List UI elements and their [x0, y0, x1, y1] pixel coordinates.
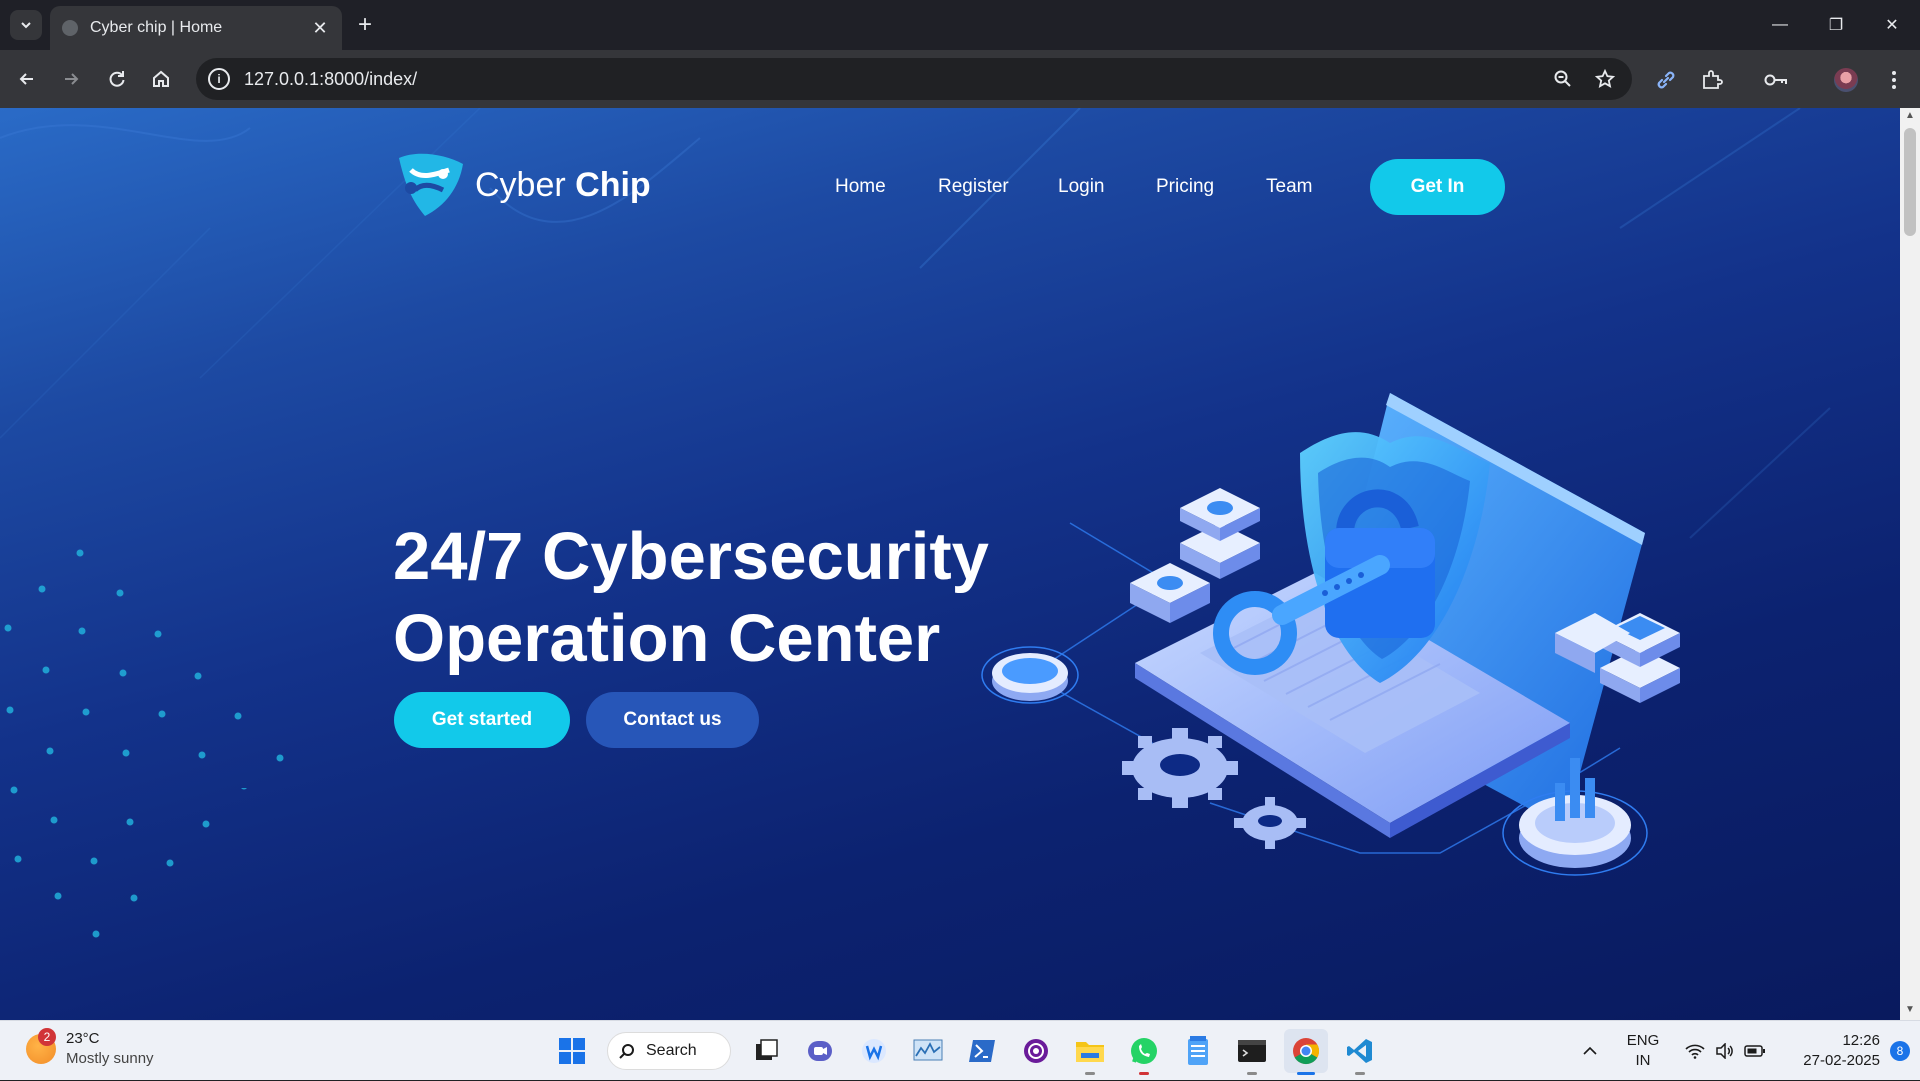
- notification-center[interactable]: 8: [1880, 1041, 1920, 1061]
- nav-team[interactable]: Team: [1266, 176, 1312, 198]
- scroll-down-arrow[interactable]: ▼: [1900, 1004, 1920, 1020]
- word-app-icon[interactable]: [852, 1029, 896, 1073]
- decorative-dots: [4, 549, 284, 794]
- minimize-button[interactable]: —: [1752, 0, 1808, 50]
- contact-us-button[interactable]: Contact us: [586, 692, 759, 748]
- shield-logo-icon: [399, 153, 463, 216]
- browser-toolbar: i 127.0.0.1:8000/index/: [0, 50, 1920, 108]
- hero-title-line1: 24/7 Cybersecurity: [393, 519, 989, 594]
- sun-icon: 2: [26, 1028, 56, 1064]
- globe-icon: [62, 20, 78, 36]
- home-button[interactable]: [148, 66, 174, 92]
- get-in-button[interactable]: Get In: [1370, 159, 1505, 215]
- tab-search-button[interactable]: [10, 10, 42, 40]
- meet-video-icon[interactable]: [798, 1029, 842, 1073]
- extensions-puzzle-icon[interactable]: [1698, 66, 1726, 94]
- nav-register[interactable]: Register: [938, 176, 1009, 198]
- nav-login[interactable]: Login: [1058, 176, 1105, 198]
- zoom-icon[interactable]: [1548, 69, 1578, 89]
- windows-taskbar: 2 23°C Mostly sunny Search ENG IN 12:26 …: [0, 1020, 1920, 1080]
- wifi-icon[interactable]: [1680, 1043, 1710, 1059]
- running-indicator: [1247, 1072, 1257, 1075]
- close-tab-icon[interactable]: ✕: [310, 18, 330, 39]
- profile-avatar[interactable]: [1832, 66, 1860, 94]
- address-bar[interactable]: i 127.0.0.1:8000/index/: [196, 58, 1632, 100]
- site-logo[interactable]: Cyber Chip: [393, 152, 651, 218]
- notepad-icon[interactable]: [1176, 1029, 1220, 1073]
- hero-title-line2: Operation Center: [393, 601, 941, 676]
- nav-pricing[interactable]: Pricing: [1156, 176, 1214, 198]
- resource-monitor-icon[interactable]: [906, 1029, 950, 1073]
- weather-description: Mostly sunny: [66, 1050, 154, 1067]
- nav-home[interactable]: Home: [835, 176, 886, 198]
- page-viewport: Cyber Chip Home Register Login Pricing T…: [0, 108, 1900, 1020]
- logo-word-chip: Chip: [575, 165, 651, 204]
- back-button[interactable]: [14, 66, 40, 92]
- taskbar-search[interactable]: Search: [607, 1032, 731, 1070]
- window-controls: — ❐ ✕: [1752, 0, 1920, 50]
- system-tray: ENG IN 12:26 27-02-2025 8: [1568, 1021, 1920, 1081]
- decorative-dots-lower: [14, 788, 247, 938]
- get-started-button[interactable]: Get started: [394, 692, 570, 748]
- reload-button[interactable]: [104, 66, 130, 92]
- arrow-left-icon: [19, 73, 33, 85]
- arrow-right-icon: [65, 73, 79, 85]
- site-info-icon[interactable]: i: [208, 68, 230, 90]
- new-tab-button[interactable]: +: [352, 12, 378, 38]
- start-windows-icon[interactable]: [550, 1029, 594, 1073]
- search-label: Search: [646, 1042, 697, 1059]
- scroll-up-arrow[interactable]: ▲: [1900, 110, 1920, 126]
- tor-browser-icon[interactable]: [1014, 1029, 1058, 1073]
- close-window-button[interactable]: ✕: [1864, 0, 1920, 50]
- vscode-icon[interactable]: [1338, 1029, 1382, 1075]
- file-explorer-icon[interactable]: [1068, 1029, 1112, 1075]
- password-key-icon[interactable]: [1762, 66, 1790, 94]
- clock-date: 27-02-2025: [1803, 1052, 1880, 1069]
- clock[interactable]: 12:26 27-02-2025: [1780, 1031, 1880, 1071]
- browser-menu-icon[interactable]: [1880, 66, 1908, 94]
- browser-tab-strip: Cyber chip | Home ✕ + — ❐ ✕: [0, 0, 1920, 50]
- taskbar-apps: Search: [545, 1029, 1387, 1075]
- weather-widget[interactable]: 2 23°C Mostly sunny: [26, 1028, 154, 1069]
- language-indicator[interactable]: ENG IN: [1612, 1031, 1674, 1071]
- search-icon: [619, 1044, 634, 1059]
- tab-title: Cyber chip | Home: [90, 19, 223, 36]
- battery-icon[interactable]: [1740, 1044, 1770, 1058]
- home-icon: [153, 70, 169, 87]
- terminal-icon[interactable]: [1230, 1029, 1274, 1075]
- logo-word-cyber: Cyber: [475, 165, 566, 204]
- running-indicator: [1085, 1072, 1095, 1075]
- hero-title: 24/7 Cybersecurity Operation Center: [393, 516, 1033, 680]
- scrollbar-thumb[interactable]: [1904, 128, 1916, 236]
- language-bottom: IN: [1635, 1052, 1651, 1069]
- notification-count: 8: [1890, 1041, 1910, 1061]
- browser-tab-active[interactable]: Cyber chip | Home ✕: [50, 6, 342, 50]
- page-scrollbar[interactable]: ▲ ▼: [1900, 108, 1920, 1020]
- show-hidden-icons-chevron[interactable]: [1568, 1046, 1612, 1056]
- language-top: ENG: [1626, 1032, 1660, 1049]
- weather-temperature: 23°C: [66, 1030, 100, 1047]
- active-indicator: [1297, 1072, 1315, 1075]
- logo-text: Cyber Chip: [475, 166, 651, 205]
- chrome-icon[interactable]: [1284, 1029, 1328, 1075]
- clock-time: 12:26: [1842, 1032, 1880, 1049]
- running-indicator: [1139, 1072, 1149, 1075]
- reload-icon: [109, 71, 125, 87]
- chevron-down-icon: [21, 22, 31, 29]
- link-extension-icon[interactable]: [1652, 66, 1680, 94]
- forward-button[interactable]: [58, 66, 84, 92]
- powershell-icon[interactable]: [960, 1029, 1004, 1073]
- whatsapp-icon[interactable]: [1122, 1029, 1166, 1075]
- weather-badge: 2: [38, 1028, 56, 1046]
- cybersecurity-laptop-illustration: [981, 393, 1680, 876]
- running-indicator: [1355, 1072, 1365, 1075]
- task-view-icon[interactable]: [744, 1029, 788, 1073]
- restore-button[interactable]: ❐: [1808, 0, 1864, 50]
- volume-icon[interactable]: [1710, 1043, 1740, 1059]
- url-text[interactable]: 127.0.0.1:8000/index/: [244, 69, 1548, 90]
- bookmark-star-icon[interactable]: [1590, 69, 1620, 89]
